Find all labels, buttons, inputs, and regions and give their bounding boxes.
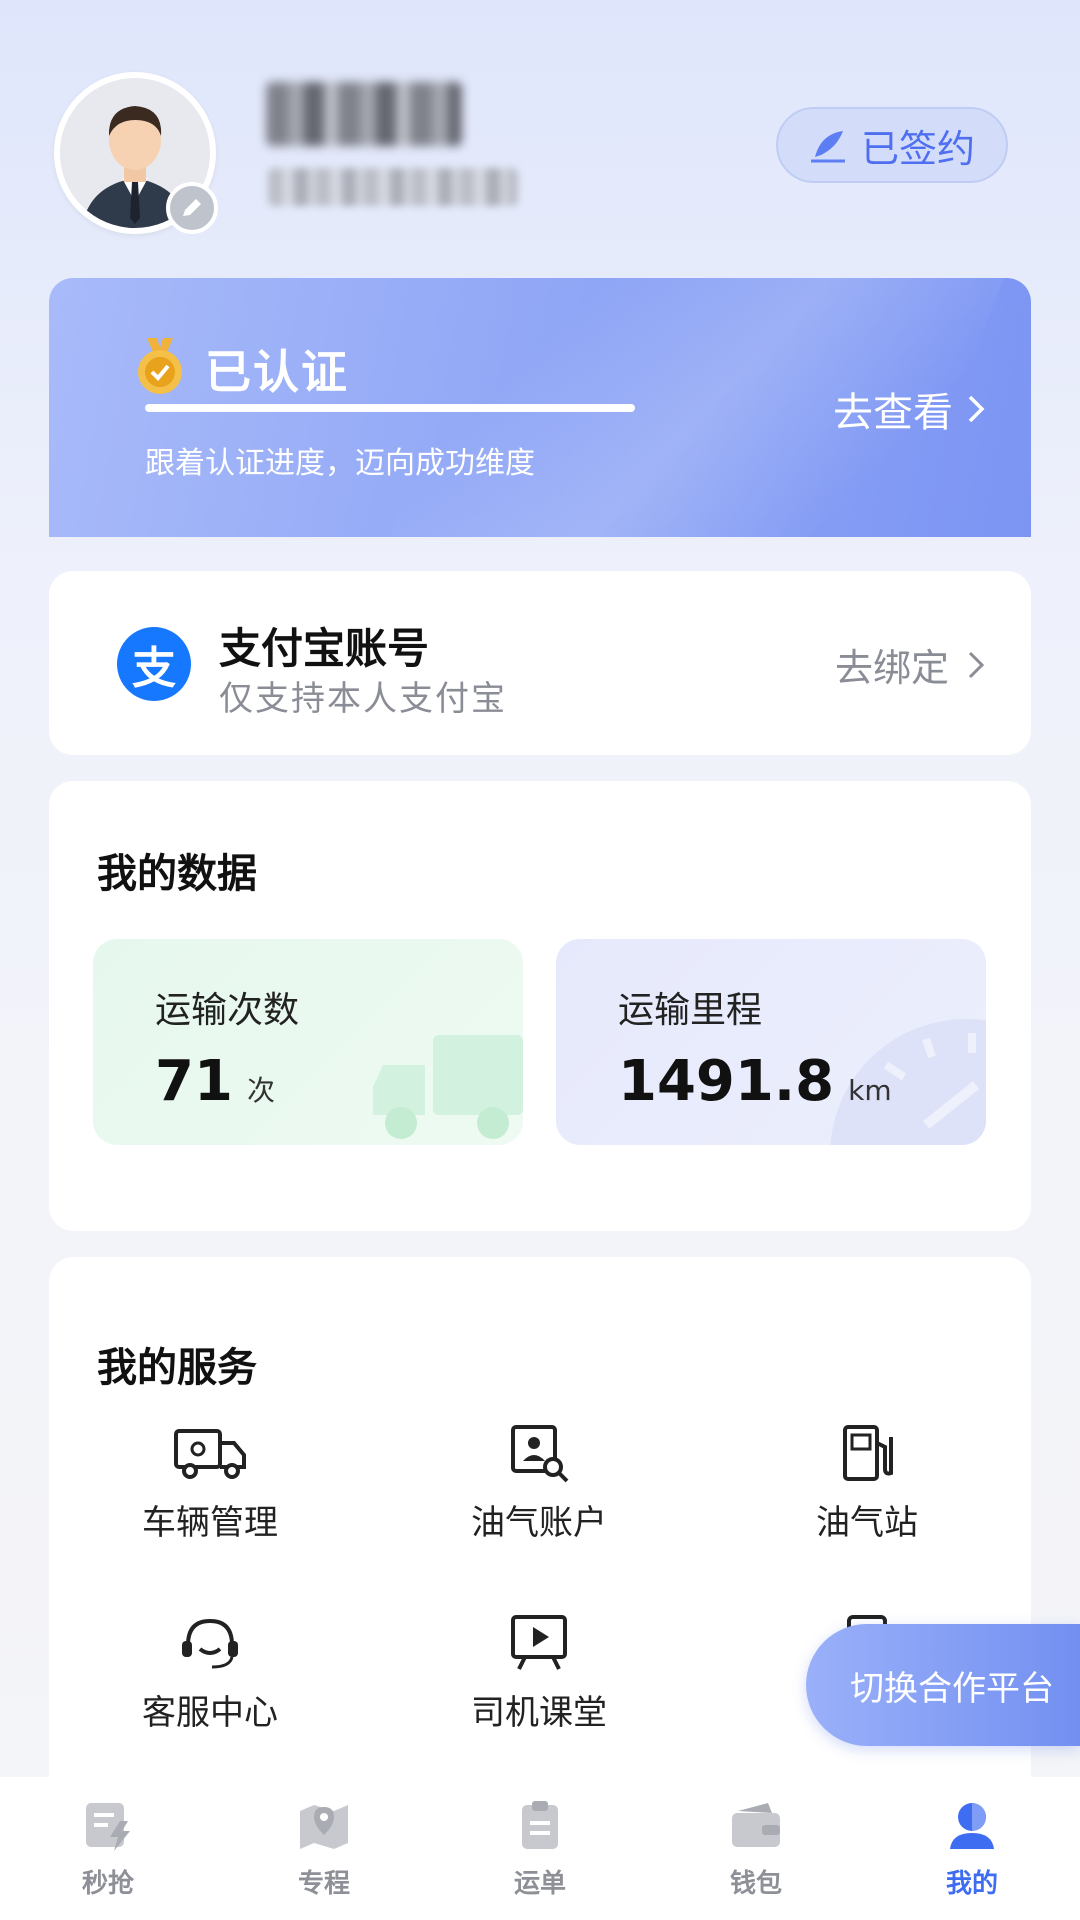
signature-icon <box>810 131 845 163</box>
tab-label: 我的 <box>945 1869 998 1899</box>
stat-label: 运输次数 <box>155 990 300 1031</box>
video-board-icon <box>511 1615 567 1670</box>
tab-dedicated[interactable]: 专程 <box>216 1777 432 1920</box>
certification-title: 已认证 <box>205 345 349 399</box>
transport-count-stat[interactable]: 运输次数 71 次 <box>93 939 523 1145</box>
service-customer-center[interactable]: 客服中心 <box>85 1613 335 1734</box>
truck-settings-icon <box>174 1429 246 1479</box>
certification-banner[interactable]: 已认证 跟着认证进度，迈向成功维度 去查看 <box>49 278 1031 537</box>
alipay-subtitle: 仅支持本人支付宝 <box>219 679 507 719</box>
stat-value: 1491.8 km <box>618 1049 892 1114</box>
tab-wallet[interactable]: 钱包 <box>648 1777 864 1920</box>
service-label: 车辆管理 <box>142 1503 278 1543</box>
alipay-title: 支付宝账号 <box>219 624 430 673</box>
medal-icon <box>138 338 182 394</box>
avatar[interactable] <box>54 72 218 234</box>
service-vehicle-management[interactable]: 车辆管理 <box>85 1423 335 1544</box>
signed-label: 已签约 <box>860 126 975 171</box>
bottom-tab-bar: 秒抢 专程 运单 钱包 我的 <box>0 1777 1080 1920</box>
service-label: 司机课堂 <box>471 1693 607 1733</box>
map-pin-icon <box>300 1805 348 1849</box>
tab-flash[interactable]: 秒抢 <box>0 1777 216 1920</box>
signed-button[interactable]: 已签约 <box>776 107 1008 183</box>
my-data-title: 我的数据 <box>97 851 257 897</box>
view-certification-label: 去查看 <box>833 390 953 436</box>
my-data-card: 我的数据 运输次数 71 次 运输里程 1491.8 km <box>49 781 1031 1231</box>
stat-label: 运输里程 <box>618 990 763 1031</box>
profile-icon <box>950 1803 994 1849</box>
switch-platform-button[interactable]: 切换合作平台 <box>806 1624 1080 1746</box>
bind-alipay-link[interactable]: 去绑定 <box>835 637 985 692</box>
tab-mine[interactable]: 我的 <box>864 1777 1080 1920</box>
headset-icon <box>182 1618 238 1669</box>
stat-number: 1491.8 <box>618 1049 835 1114</box>
stat-unit: km <box>848 1074 892 1107</box>
view-certification-link[interactable]: 去查看 <box>833 380 985 438</box>
clipboard-icon <box>522 1801 558 1849</box>
wallet-icon <box>732 1803 780 1847</box>
service-label: 油气账户 <box>471 1503 607 1543</box>
service-fuel-account[interactable]: 油气账户 <box>414 1423 664 1544</box>
tab-label: 运单 <box>513 1869 566 1899</box>
service-label: 客服中心 <box>142 1693 278 1733</box>
tab-label: 钱包 <box>729 1869 782 1899</box>
alipay-logo-icon: 支 <box>117 627 191 701</box>
account-search-icon <box>511 1425 569 1483</box>
certification-progress-bar <box>145 404 635 412</box>
user-phone-redacted <box>268 168 518 206</box>
tab-label: 专程 <box>297 1869 350 1899</box>
stat-value: 71 次 <box>155 1049 275 1114</box>
bind-alipay-label: 去绑定 <box>834 646 949 690</box>
service-label: 油气站 <box>816 1503 918 1543</box>
my-services-title: 我的服务 <box>97 1345 257 1391</box>
truck-watermark-icon <box>373 1035 523 1139</box>
user-name-redacted <box>266 82 462 146</box>
fuel-pump-icon <box>843 1425 893 1481</box>
alipay-account-card[interactable]: 支 支付宝账号 仅支持本人支付宝 去绑定 <box>49 571 1031 755</box>
certification-subtitle: 跟着认证进度，迈向成功维度 <box>145 446 535 481</box>
transport-mileage-stat[interactable]: 运输里程 1491.8 km <box>556 939 986 1145</box>
flash-order-icon <box>86 1803 130 1851</box>
service-driver-class[interactable]: 司机课堂 <box>414 1613 664 1734</box>
chevron-right-icon <box>968 395 985 423</box>
service-gas-station[interactable]: 油气站 <box>742 1423 992 1544</box>
stat-unit: 次 <box>246 1074 275 1107</box>
tab-label: 秒抢 <box>81 1869 134 1899</box>
edit-avatar-icon[interactable] <box>166 182 218 234</box>
chevron-right-icon <box>968 651 985 678</box>
stat-number: 71 <box>155 1049 233 1114</box>
tab-waybill[interactable]: 运单 <box>432 1777 648 1920</box>
